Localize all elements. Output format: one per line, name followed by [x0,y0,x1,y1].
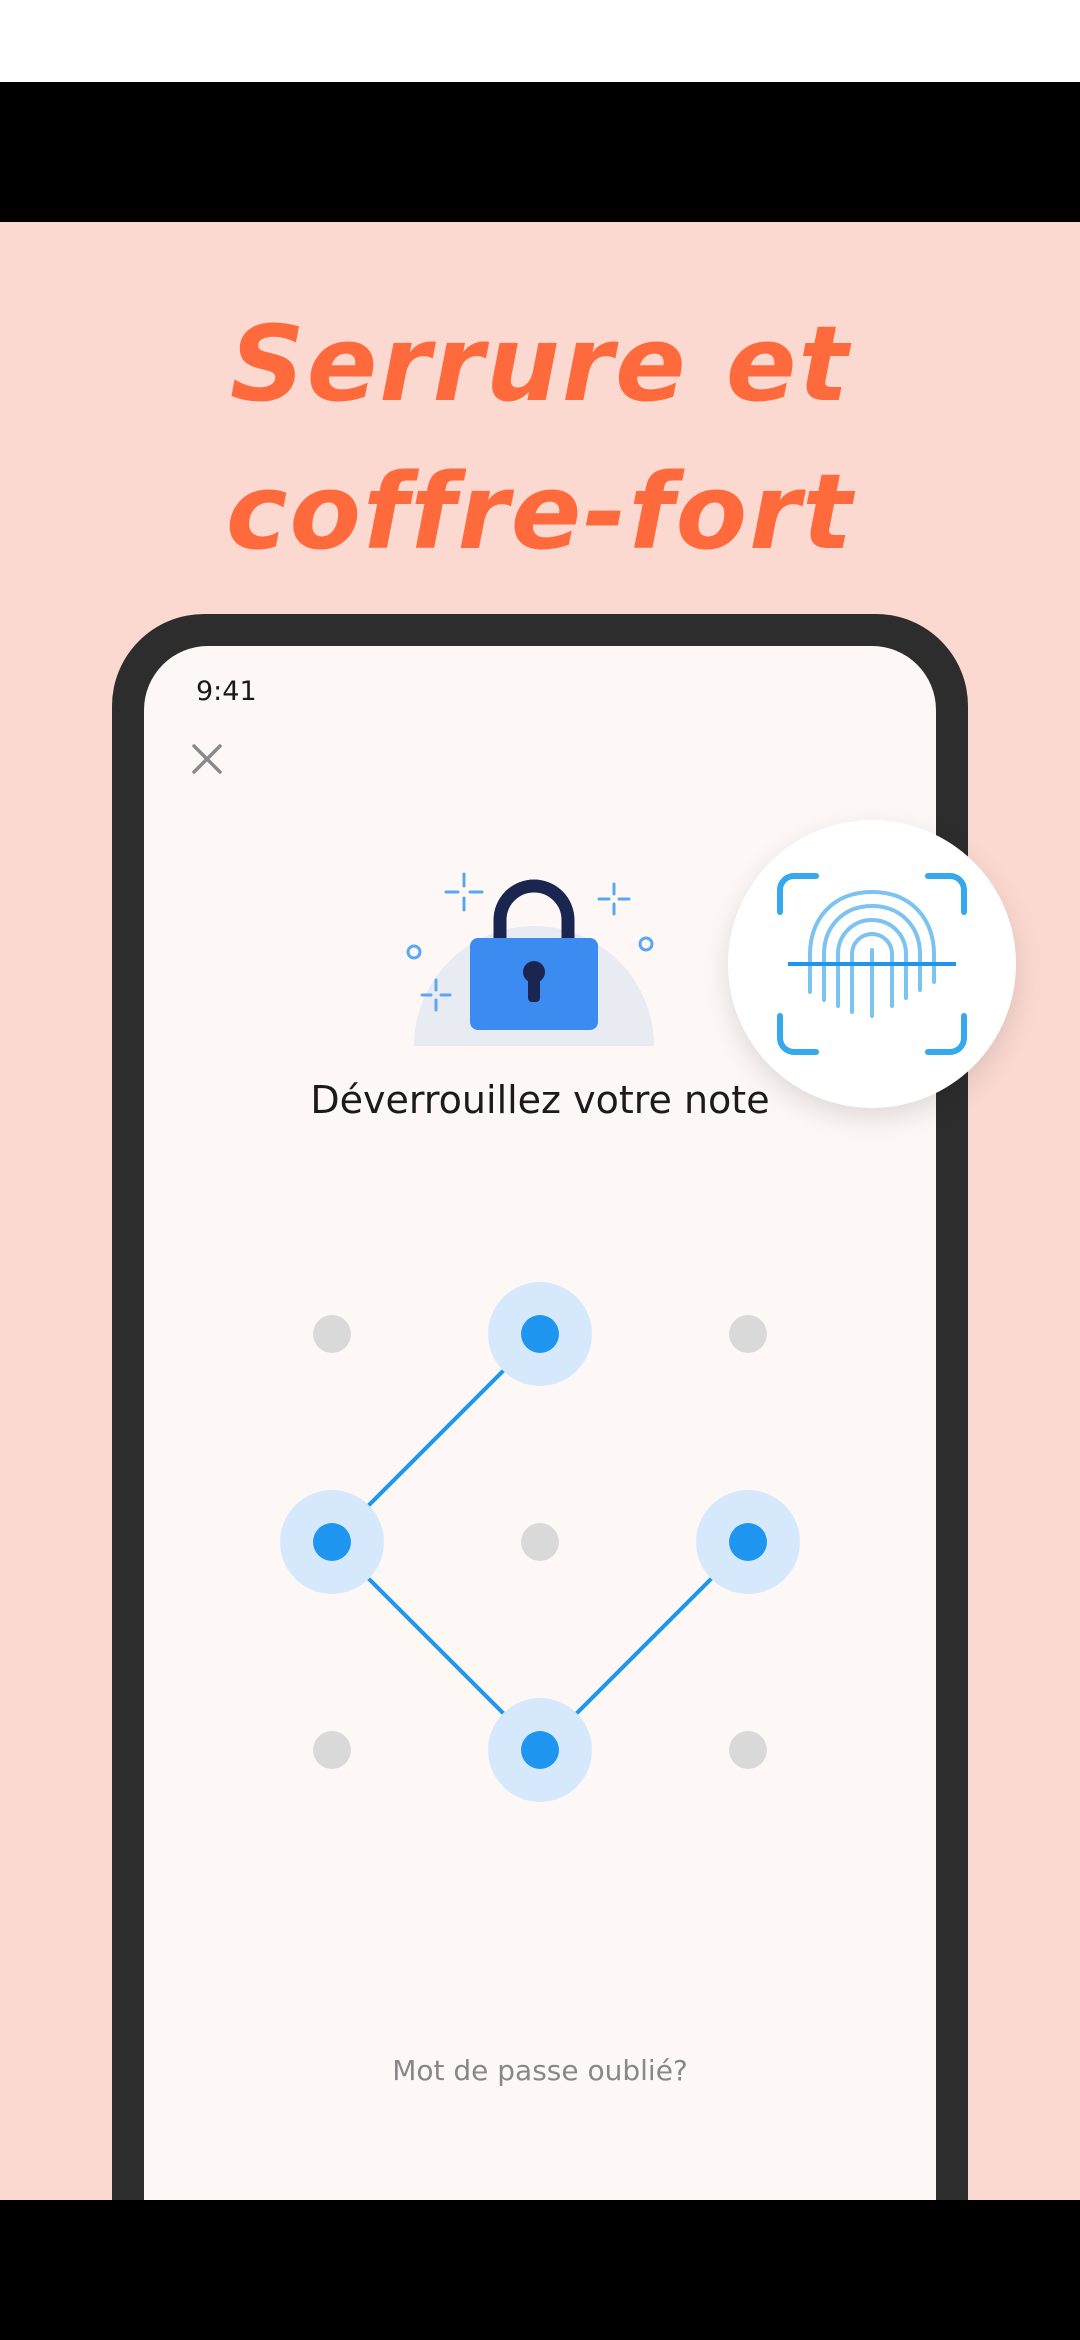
pattern-dot-1[interactable] [313,1315,351,1353]
top-black-bar [0,82,1080,222]
bottom-black-bar [0,2200,1080,2340]
pattern-dot-3[interactable] [729,1315,767,1353]
pattern-dot-7[interactable] [313,1731,351,1769]
fingerprint-badge [728,820,1016,1108]
forgot-password-link[interactable]: Mot de passe oublié? [144,2054,936,2087]
promo-title: Serrure et coffre-fort [0,290,1080,586]
promo-title-line-1: Serrure et [229,303,851,425]
fingerprint-icon [777,873,967,1055]
pattern-dot-4[interactable] [280,1490,384,1594]
pattern-dot-9[interactable] [729,1731,767,1769]
pattern-dot-2[interactable] [488,1282,592,1386]
promo-banner: Serrure et coffre-fort 9:41 Déverrouille… [0,222,1080,2200]
promo-title-line-2: coffre-fort [225,451,855,573]
pattern-dot-5[interactable] [521,1523,559,1561]
pattern-dot-8[interactable] [488,1698,592,1802]
pattern-dot-6[interactable] [696,1490,800,1594]
